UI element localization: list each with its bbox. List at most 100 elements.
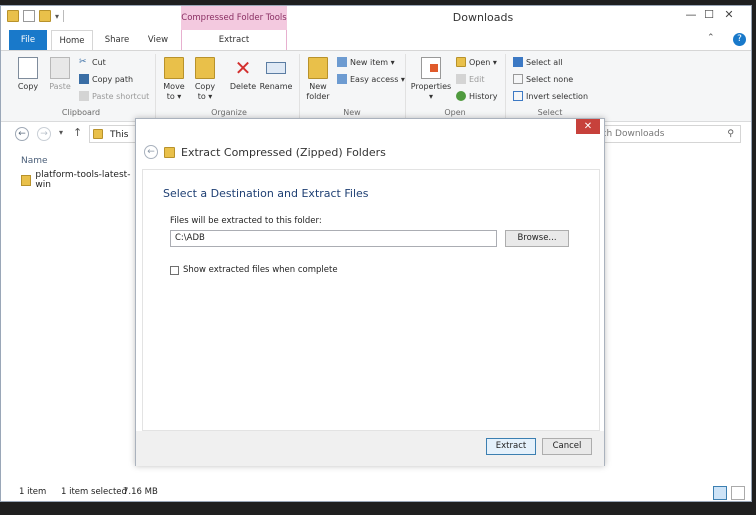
- move-to-button[interactable]: Move to ▾: [161, 57, 187, 102]
- new-folder-icon[interactable]: [39, 10, 51, 22]
- extract-dialog: ✕ ← Extract Compressed (Zipped) Folders …: [135, 118, 605, 466]
- group-divider: [299, 54, 300, 118]
- history-label: History: [469, 91, 498, 101]
- tab-home[interactable]: Home: [51, 30, 93, 50]
- group-label-clipboard: Clipboard: [61, 108, 101, 117]
- history-button[interactable]: History: [456, 89, 497, 103]
- show-extracted-files-checkbox[interactable]: [170, 265, 179, 275]
- rename-label: Rename: [259, 82, 293, 91]
- address-path: This: [110, 130, 129, 140]
- scissors-icon: ✂: [79, 57, 87, 67]
- paste-shortcut-button[interactable]: Paste shortcut: [79, 89, 149, 103]
- select-all-button[interactable]: Select all: [513, 55, 563, 69]
- dialog-footer: Extract Cancel: [136, 431, 604, 466]
- status-selected: 1 item selected: [61, 487, 127, 497]
- list-item[interactable]: platform-tools-latest-win: [21, 170, 139, 190]
- edit-button[interactable]: Edit: [456, 72, 485, 86]
- copy-icon: [18, 57, 38, 79]
- show-extracted-files-option[interactable]: Show extracted files when complete: [170, 265, 338, 275]
- copy-path-button[interactable]: Copy path: [79, 72, 133, 86]
- rename-icon: [266, 62, 286, 74]
- open-icon: [456, 57, 466, 67]
- file-name: platform-tools-latest-win: [35, 170, 131, 190]
- dialog-heading: Select a Destination and Extract Files: [163, 187, 369, 200]
- properties-icon[interactable]: [23, 10, 35, 22]
- copy-to-button[interactable]: Copy to ▾: [192, 57, 218, 102]
- dialog-header: ← Extract Compressed (Zipped) Folders: [144, 145, 386, 159]
- move-to-label-2: to ▾: [166, 92, 182, 101]
- close-window-button[interactable]: ✕: [719, 8, 739, 24]
- back-arrow-icon[interactable]: ←: [15, 127, 29, 141]
- maximize-button[interactable]: ☐: [699, 8, 719, 24]
- copy-button[interactable]: Copy: [13, 57, 43, 92]
- new-folder-button[interactable]: New folder: [304, 57, 332, 102]
- group-label-organize: Organize: [211, 108, 247, 117]
- paste-shortcut-icon: [79, 91, 89, 101]
- address-input[interactable]: This: [89, 125, 141, 143]
- column-header-name[interactable]: Name: [21, 156, 48, 166]
- up-arrow-icon[interactable]: ↑: [73, 126, 82, 139]
- quick-access-toolbar: ▾: [7, 10, 65, 22]
- invert-selection-label: Invert selection: [526, 91, 589, 101]
- large-icons-view-icon[interactable]: [731, 486, 745, 500]
- browse-button[interactable]: Browse...: [505, 230, 569, 247]
- group-divider: [405, 54, 406, 118]
- dialog-zip-folder-icon: [164, 146, 175, 158]
- customize-toolbar-icon[interactable]: ▾: [55, 12, 59, 21]
- address-folder-icon: [93, 129, 103, 139]
- search-icon: ⚲: [727, 129, 734, 139]
- contextual-tab-group-label: Compressed Folder Tools: [181, 6, 287, 30]
- title-bar: ▾ Compressed Folder Tools Downloads — ☐ …: [1, 6, 751, 30]
- folder-icon[interactable]: [7, 10, 19, 22]
- tab-extract[interactable]: Extract: [181, 30, 287, 50]
- dialog-close-button[interactable]: ✕: [576, 119, 600, 134]
- invert-selection-icon: [513, 91, 523, 101]
- paste-label: Paste: [49, 82, 71, 91]
- copy-path-label: Copy path: [92, 74, 134, 84]
- select-all-icon: [513, 57, 523, 67]
- easy-access-label: Easy access ▾: [350, 74, 405, 84]
- search-placeholder: rch Downloads: [598, 129, 665, 139]
- extract-button[interactable]: Extract: [486, 438, 536, 455]
- search-input[interactable]: rch Downloads ⚲: [591, 125, 741, 143]
- delete-button[interactable]: ✕ Delete: [227, 57, 259, 92]
- properties-button[interactable]: Properties ▾: [409, 57, 453, 102]
- new-folder-label: New: [309, 82, 327, 91]
- edit-icon: [456, 74, 466, 84]
- open-button[interactable]: Open ▾: [456, 55, 497, 69]
- delete-label: Delete: [229, 82, 257, 91]
- minimize-ribbon-icon[interactable]: ⌃: [707, 33, 715, 43]
- delete-x-icon: ✕: [234, 56, 252, 80]
- select-none-button[interactable]: Select none: [513, 72, 573, 86]
- copy-to-label-2: to ▾: [197, 92, 213, 101]
- copy-to-label: Copy: [194, 82, 216, 91]
- help-icon[interactable]: ?: [733, 33, 746, 46]
- ribbon: Copy Paste ✂ Cut Copy path Paste shortcu…: [1, 51, 751, 122]
- dialog-back-arrow-icon[interactable]: ←: [144, 145, 158, 159]
- minimize-button[interactable]: —: [681, 8, 701, 24]
- destination-path-input[interactable]: C:\ADB: [170, 230, 497, 247]
- paste-button[interactable]: Paste: [45, 57, 75, 92]
- details-view-icon[interactable]: [713, 486, 727, 500]
- group-divider: [505, 54, 506, 118]
- easy-access-button[interactable]: Easy access ▾: [337, 72, 405, 86]
- invert-selection-button[interactable]: Invert selection: [513, 89, 588, 103]
- rename-button[interactable]: Rename: [259, 57, 293, 92]
- cut-button[interactable]: ✂ Cut: [79, 55, 106, 69]
- copy-to-icon: [195, 57, 215, 79]
- move-to-label: Move: [163, 82, 185, 91]
- cancel-button[interactable]: Cancel: [542, 438, 592, 455]
- tab-share[interactable]: Share: [97, 30, 137, 50]
- properties-arrow: ▾: [428, 92, 433, 101]
- tab-file[interactable]: File: [9, 30, 47, 50]
- group-label-open: Open: [444, 108, 466, 117]
- recent-locations-chevron-icon[interactable]: ▾: [59, 128, 63, 137]
- edit-label: Edit: [469, 74, 485, 84]
- forward-arrow-icon[interactable]: →: [37, 127, 51, 141]
- open-label: Open ▾: [469, 57, 497, 67]
- tab-view[interactable]: View: [141, 30, 175, 50]
- dialog-title: Extract Compressed (Zipped) Folders: [181, 145, 386, 159]
- ribbon-tab-bar: File Home Share View Extract ⌃ ?: [1, 30, 751, 51]
- new-item-button[interactable]: New item ▾: [337, 55, 395, 69]
- new-item-label: New item ▾: [350, 57, 395, 67]
